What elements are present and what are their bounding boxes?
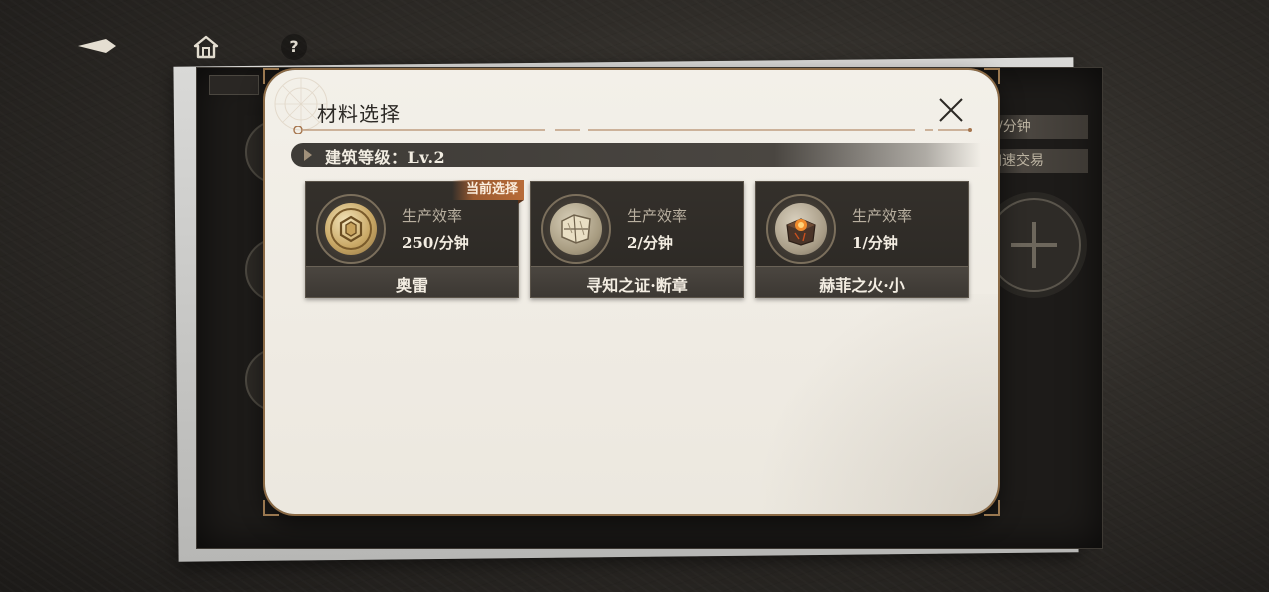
material-name: 奥雷 — [395, 276, 428, 295]
material-select-dialog: 材料选择 建筑等级：Lv.2 生产效率 250/分钟 奥雷 当前选择 生产效率 … — [263, 68, 1000, 516]
gold-coin-icon — [330, 208, 372, 250]
chevron-right-icon — [304, 149, 312, 161]
background-pill-rate: /分钟 — [990, 115, 1088, 139]
material-name-bar: 寻知之证·断章 — [531, 266, 743, 297]
dialog-corner — [263, 500, 279, 516]
material-card-fire[interactable]: 生产效率 1/分钟 赫菲之火·小 — [755, 181, 969, 298]
help-button[interactable]: ? — [281, 34, 307, 60]
material-card-aolei[interactable]: 生产效率 250/分钟 奥雷 当前选择 — [305, 180, 525, 298]
dialog-texture — [698, 294, 998, 514]
home-icon[interactable] — [193, 35, 219, 59]
material-name-bar: 赫菲之火·小 — [756, 266, 968, 297]
background-panel-tag — [209, 75, 259, 95]
fire-crystal-icon — [786, 218, 816, 246]
material-name: 寻知之证·断章 — [586, 276, 688, 295]
dialog-corner — [984, 500, 1000, 516]
rate-label: 生产效率 — [402, 207, 463, 225]
material-name-bar: 奥雷 — [306, 266, 518, 297]
rate-value: 2/分钟 — [627, 234, 673, 252]
scroll-fragment-icon — [561, 214, 591, 244]
building-level-bar: 建筑等级：Lv.2 — [291, 143, 981, 167]
close-icon[interactable] — [935, 94, 967, 126]
rate-value: 250/分钟 — [402, 234, 469, 252]
material-icon-frame — [541, 194, 611, 264]
material-name: 赫菲之火·小 — [819, 276, 905, 295]
material-icon-frame — [316, 194, 386, 264]
building-level-label: 建筑等级：Lv.2 — [325, 148, 446, 167]
rate-label: 生产效率 — [852, 207, 913, 225]
rate-value: 1/分钟 — [852, 234, 898, 252]
current-selection-badge: 当前选择 — [451, 180, 525, 204]
material-icon-frame — [766, 194, 836, 264]
rate-label: 生产效率 — [627, 207, 688, 225]
material-card-scroll[interactable]: 生产效率 2/分钟 寻知之证·断章 — [530, 181, 744, 298]
dialog-corner — [984, 68, 1000, 84]
add-slot-icon — [987, 198, 1081, 292]
back-arrow-icon[interactable] — [76, 35, 118, 57]
dialog-title: 材料选择 — [317, 102, 401, 126]
title-divider — [293, 126, 972, 134]
